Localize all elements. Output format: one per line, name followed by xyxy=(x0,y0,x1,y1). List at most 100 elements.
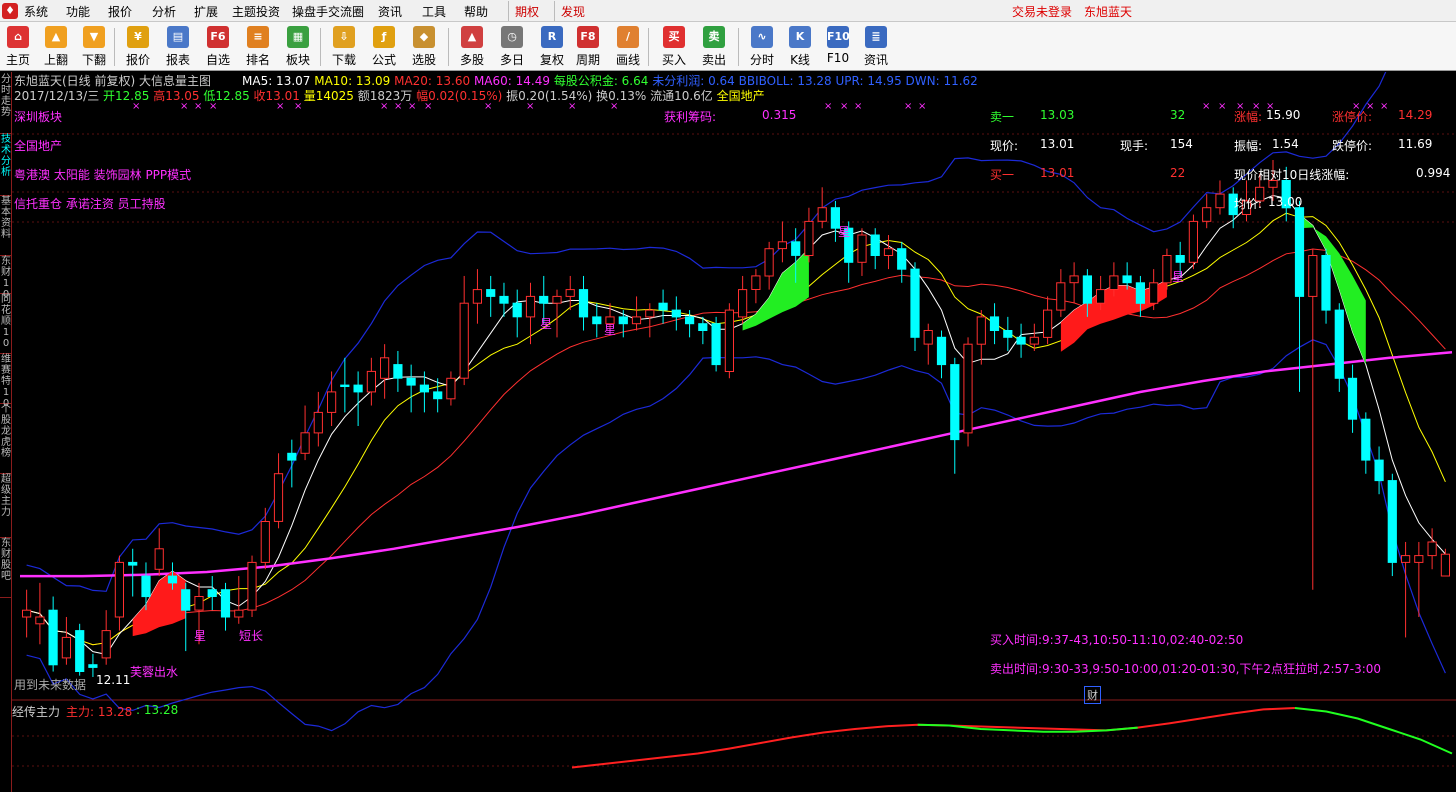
candle-body xyxy=(738,289,748,318)
toolbar-button-grid[interactable]: ▦ 板块 xyxy=(280,24,316,69)
menu-tools[interactable]: 工具 xyxy=(422,3,446,20)
candle-body xyxy=(631,316,642,325)
candle-body xyxy=(141,575,151,598)
toolbar-button-arrow-up[interactable]: ▲ 上翻 xyxy=(38,24,74,69)
toolbar-button-label: 公式 xyxy=(371,53,396,67)
menu-function[interactable]: 功能 xyxy=(66,3,90,20)
side-tab-7[interactable]: 超级主力 xyxy=(0,474,12,538)
toolbar-separator xyxy=(448,28,449,66)
home-icon: ⌂ xyxy=(7,26,29,48)
toolbar-button-timeshare[interactable]: ∿ 分时 xyxy=(744,24,780,69)
toolbar-button-f8[interactable]: F8 周期 xyxy=(570,24,606,69)
amplitude-value: 1.54 xyxy=(1272,137,1299,151)
candle-body xyxy=(75,630,85,672)
toolbar-button-label: 周期 xyxy=(575,53,600,67)
toolbar-button-sell[interactable]: 卖卖出 xyxy=(696,24,732,69)
menu-analysis[interactable]: 分析 xyxy=(152,3,176,20)
candle-body xyxy=(512,302,522,318)
side-tab-8[interactable]: 东财股吧 xyxy=(0,538,12,598)
toolbar-button-download[interactable]: ⇩ 下载 xyxy=(326,24,362,69)
window-stock-name: 东旭蓝天 xyxy=(1084,5,1133,19)
kline-icon: K xyxy=(789,26,811,48)
menu-trader-circle[interactable]: 操盘手交流圈 xyxy=(292,3,364,20)
top-marker-icon: × xyxy=(824,101,832,112)
side-tab-1[interactable]: 技术分析 xyxy=(0,134,12,196)
menu-quote[interactable]: 报价 xyxy=(108,3,132,20)
toolbar-button-formula[interactable]: ƒ 公式 xyxy=(366,24,402,69)
candle-body xyxy=(883,248,894,256)
side-tab-5[interactable]: 维赛特10 xyxy=(0,354,12,409)
ma-legend-item: 未分利润: 0.64 xyxy=(652,74,739,88)
toolbar-button-label: 多日 xyxy=(499,53,524,67)
candle-body xyxy=(724,309,734,373)
top-marker-icon: × xyxy=(904,101,912,112)
menu-help[interactable]: 帮助 xyxy=(464,3,488,20)
star-label-5: 星 xyxy=(1172,270,1185,284)
candle-body xyxy=(101,630,111,659)
toolbar-button-kline[interactable]: K K线 xyxy=(782,24,818,69)
toolbar-button-arrow-down[interactable]: ▼ 下翻 xyxy=(76,24,112,69)
candle-body xyxy=(1135,282,1146,304)
toolbar-button-report[interactable]: ▤ 报表 xyxy=(160,24,196,69)
toolbar-button-label: 画线 xyxy=(615,53,640,67)
candle-body xyxy=(910,268,920,338)
menu-options[interactable]: 期权 xyxy=(508,1,545,21)
toolbar-button-news[interactable]: ≣ 资讯 xyxy=(858,24,894,69)
amplitude-label: 振幅: xyxy=(1234,139,1263,153)
toolbar-button-home[interactable]: ⌂ 主页 xyxy=(0,24,36,69)
top-marker-icon: × xyxy=(1380,101,1388,112)
candle-body xyxy=(1056,282,1066,311)
menu-extend[interactable]: 扩展 xyxy=(194,3,218,20)
quote-field: 高13.05 xyxy=(153,89,204,103)
toolbar-button-rank[interactable]: ≡ 排名 xyxy=(240,24,276,69)
menu-theme-invest[interactable]: 主题投资 xyxy=(232,3,280,20)
quote-field: 流通10.6亿 xyxy=(650,89,717,103)
toolbar-button-f6[interactable]: F6 自选 xyxy=(200,24,236,69)
toolbar-button-f10[interactable]: F10 F10 xyxy=(820,24,856,69)
future-data-note: 用到未来数据 xyxy=(14,678,87,692)
chart-area[interactable]: × × × × × × × × × × × × × × × × × × × × × × × × × × × 东旭蓝天(日线 前复权)… xyxy=(12,72,1456,792)
candle-body xyxy=(353,384,363,393)
toolbar-button-select-stock[interactable]: ◆ 选股 xyxy=(406,24,442,69)
toolbar-button-buy[interactable]: 买买入 xyxy=(656,24,692,69)
candle-body xyxy=(1334,309,1344,379)
region-label: 全国地产 xyxy=(14,139,63,153)
restore-rights-icon: R xyxy=(541,26,563,48)
star-label-1: 星 xyxy=(194,629,207,643)
menu-discover[interactable]: 发现 xyxy=(554,1,591,21)
buy-time-note: 买入时间:9:37-43,10:50-11:10,02:40-02:50 xyxy=(990,633,1244,647)
toolbar-button-label: 买入 xyxy=(661,53,686,67)
star-label-2: 星 xyxy=(540,317,553,331)
candle-body xyxy=(207,589,217,598)
candle-body xyxy=(870,234,880,256)
menu-news[interactable]: 资讯 xyxy=(378,3,402,20)
toolbar-button-label: 排名 xyxy=(245,53,270,67)
finance-marker[interactable]: 财 xyxy=(1084,686,1101,704)
toolbar-button-draw-line[interactable]: / 画线 xyxy=(610,24,646,69)
candle-body xyxy=(459,302,469,379)
menu-system[interactable]: 系统 xyxy=(24,3,48,20)
short-long-label: 短长 xyxy=(239,629,264,643)
side-tab-2[interactable]: 基本资料 xyxy=(0,196,12,256)
toolbar-button-clock[interactable]: ◷ 多日 xyxy=(494,24,530,69)
toolbar-button-multi-stock[interactable]: ▲ 多股 xyxy=(454,24,490,69)
side-tab-0[interactable]: 分时走势 xyxy=(0,74,12,134)
side-tab-4[interactable]: 同花顺10 xyxy=(0,294,12,354)
login-status[interactable]: 交易未登录 xyxy=(1012,3,1072,20)
limit-up-label: 涨停价: xyxy=(1332,110,1373,124)
buy1-price: 13.01 xyxy=(1040,166,1075,180)
side-tab-6[interactable]: 个股龙虎榜 xyxy=(0,404,12,474)
candle-body xyxy=(976,316,986,345)
candle-body xyxy=(22,609,32,618)
candle-body xyxy=(751,275,761,290)
toolbar-button-yen[interactable]: ¥ 报价 xyxy=(120,24,156,69)
limit-down-value: 11.69 xyxy=(1398,137,1433,151)
toolbar-button-label: F10 xyxy=(826,51,850,65)
toolbar-button-restore-rights[interactable]: R 复权 xyxy=(534,24,570,69)
candle-body xyxy=(1162,255,1172,284)
main-force-line-green xyxy=(917,707,1453,755)
toolbar-separator xyxy=(738,28,739,66)
menu-bar: ♦ 系统 功能 报价 分析 扩展 主题投资 操盘手交流圈 资讯 工具 帮助 期权… xyxy=(0,0,1456,22)
candle-body xyxy=(685,316,695,325)
side-tab-3[interactable]: 东财10 xyxy=(0,256,12,300)
